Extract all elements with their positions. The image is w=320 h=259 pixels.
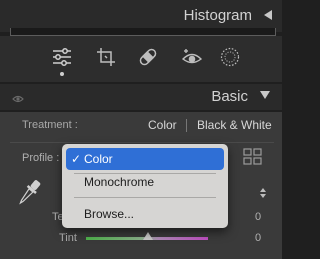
tint-slider-thumb[interactable] xyxy=(143,232,153,240)
histogram-title: Histogram xyxy=(183,7,252,24)
profile-option-label: Browse... xyxy=(84,207,135,221)
basic-panel-title: Basic xyxy=(211,88,248,105)
masking-icon[interactable] xyxy=(219,46,241,68)
profile-option-label: Color xyxy=(84,152,113,166)
wb-preset-stepper-icon[interactable] xyxy=(259,186,267,204)
basic-panel-collapse-icon[interactable] xyxy=(260,91,270,99)
profile-browser-grid-icon[interactable] xyxy=(243,148,263,171)
section-divider xyxy=(10,142,274,143)
red-eye-icon[interactable] xyxy=(180,46,203,68)
histogram-display xyxy=(10,28,276,36)
checkmark-icon: ✓ xyxy=(71,152,82,166)
healing-icon[interactable] xyxy=(137,46,159,68)
panel-visibility-eye-icon[interactable] xyxy=(12,91,24,109)
crop-icon[interactable] xyxy=(95,46,117,68)
histogram-collapse-icon[interactable] xyxy=(264,10,272,20)
treatment-label: Treatment : xyxy=(22,119,78,131)
white-balance-eyedropper-icon[interactable] xyxy=(16,176,42,213)
treatment-color-option[interactable]: Color xyxy=(148,118,177,132)
treatment-bw-option[interactable]: Black & White xyxy=(197,118,272,132)
active-tool-indicator xyxy=(60,72,64,76)
profile-dropdown-menu: ✓ Color Monochrome Browse... xyxy=(62,144,228,228)
profile-label: Profile : xyxy=(22,152,60,164)
profile-option-label: Monochrome xyxy=(84,175,155,189)
edit-sliders-icon[interactable] xyxy=(51,46,73,68)
profile-option-browse[interactable]: Browse... xyxy=(66,203,224,225)
menu-divider xyxy=(74,197,216,198)
profile-option-color[interactable]: ✓ Color xyxy=(66,148,224,170)
profile-option-monochrome[interactable]: Monochrome xyxy=(66,171,224,193)
treatment-divider xyxy=(186,119,187,132)
temp-value[interactable]: 0 xyxy=(255,211,261,223)
tint-label: Tint xyxy=(59,232,77,244)
tint-value[interactable]: 0 xyxy=(255,232,261,244)
